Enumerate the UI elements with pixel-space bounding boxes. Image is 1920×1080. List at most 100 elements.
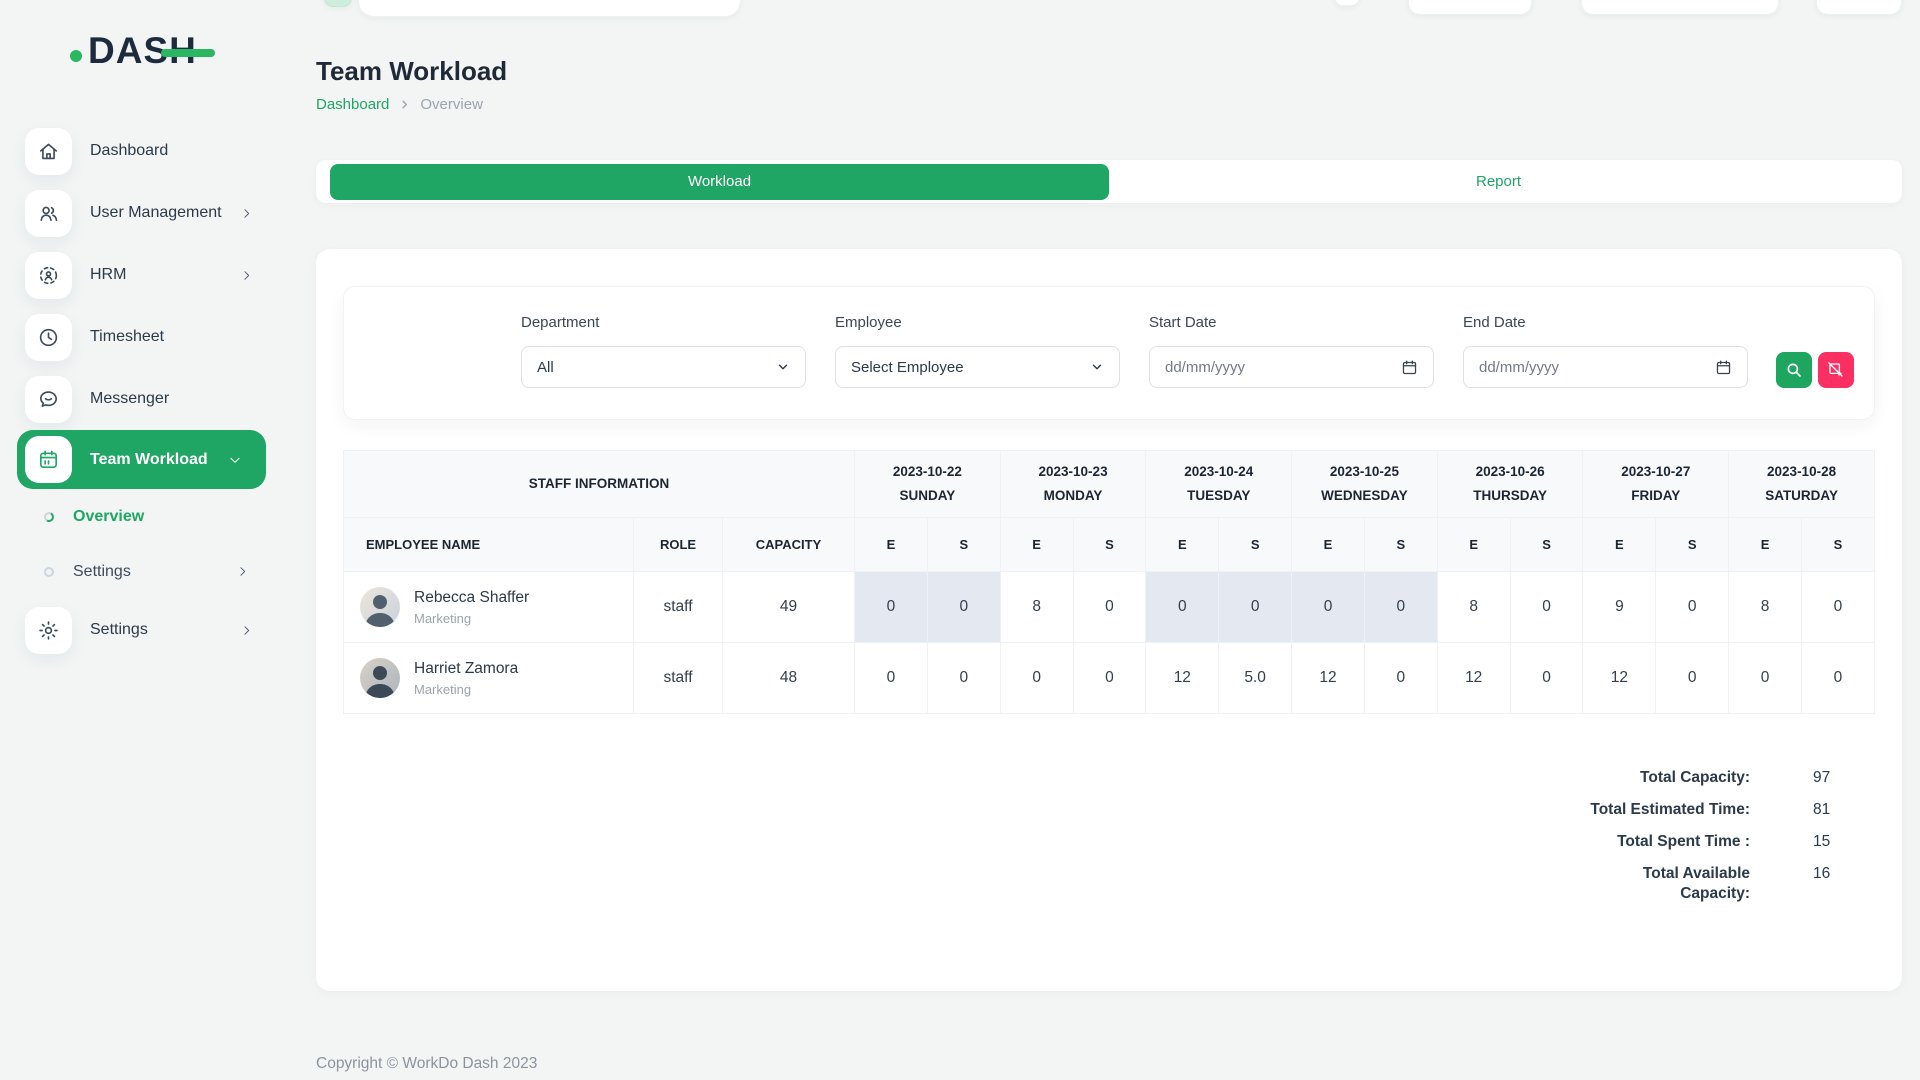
clock-icon — [25, 314, 72, 361]
breadcrumb-dashboard-link[interactable]: Dashboard — [316, 96, 389, 113]
estimated-cell: 12 — [1583, 643, 1656, 714]
calendar-icon[interactable] — [1401, 359, 1418, 376]
total-value: 16 — [1813, 864, 1875, 904]
total-row: Total Spent Time : 15 — [1617, 832, 1875, 852]
day-header: 2023-10-27FRIDAY — [1583, 451, 1729, 518]
employee-name[interactable]: Rebecca Shaffer — [414, 589, 529, 607]
sidebar-subitem-overview[interactable]: Overview — [0, 489, 287, 544]
employee-label: Employee — [835, 314, 1120, 331]
workload-table-wrap: STAFF INFORMATION 2023-10-22SUNDAY 2023-… — [343, 450, 1875, 714]
totals-summary: Total Capacity: 97 Total Estimated Time:… — [343, 768, 1875, 904]
end-date-input[interactable]: dd/mm/yyyy — [1463, 346, 1748, 388]
start-date-field: Start Date dd/mm/yyyy — [1149, 314, 1434, 388]
table-row: Rebecca Shaffer Marketing staff 490 08 0… — [344, 572, 1875, 643]
day-header: 2023-10-25WEDNESDAY — [1292, 451, 1438, 518]
estimated-cell: 8 — [1729, 572, 1802, 643]
sidebar-item-dashboard[interactable]: Dashboard — [0, 120, 287, 182]
col-estimated: E — [1583, 518, 1656, 572]
estimated-cell: 12 — [1437, 643, 1510, 714]
sidebar-subitem-label: Settings — [73, 563, 131, 581]
bullet-icon — [43, 510, 55, 522]
sidebar-item-hrm[interactable]: HRM — [0, 244, 287, 306]
sidebar-subitem-settings[interactable]: Settings — [0, 544, 287, 599]
estimated-cell: 0 — [855, 572, 928, 643]
sidebar-item-timesheet[interactable]: Timesheet — [0, 306, 287, 368]
col-estimated: E — [1437, 518, 1510, 572]
department-label: Department — [521, 314, 806, 331]
logo-dot-icon — [70, 50, 82, 62]
start-date-input[interactable]: dd/mm/yyyy — [1149, 346, 1434, 388]
employee-select[interactable]: Select Employee — [835, 346, 1120, 388]
search-icon — [1785, 361, 1803, 379]
home-icon — [25, 128, 72, 175]
reset-filter-button[interactable] — [1818, 352, 1854, 388]
sidebar-item-settings[interactable]: Settings — [0, 599, 287, 661]
department-field: Department All — [521, 314, 806, 388]
chevron-down-icon — [228, 453, 242, 467]
chevron-right-icon — [236, 565, 249, 578]
spent-cell: 0 — [1510, 643, 1583, 714]
end-date-placeholder: dd/mm/yyyy — [1479, 359, 1559, 376]
col-estimated: E — [1292, 518, 1365, 572]
app-logo[interactable]: DASH — [70, 30, 287, 72]
tab-report[interactable]: Report — [1109, 164, 1888, 200]
employee-select-value: Select Employee — [851, 359, 964, 376]
col-spent: S — [1364, 518, 1437, 572]
spent-cell: 0 — [1801, 572, 1874, 643]
role-cell: staff — [634, 643, 723, 714]
end-date-field: End Date dd/mm/yyyy — [1463, 314, 1748, 388]
estimated-cell: 12 — [1146, 643, 1219, 714]
chevron-down-icon — [1090, 360, 1104, 374]
spent-cell: 0 — [1801, 643, 1874, 714]
total-row: Total Capacity: 97 — [1640, 768, 1875, 788]
spent-cell: 0 — [1073, 643, 1146, 714]
chevron-right-icon — [240, 207, 253, 220]
day-header: 2023-10-28SATURDAY — [1729, 451, 1875, 518]
sidebar-item-messenger[interactable]: Messenger — [0, 368, 287, 430]
col-spent: S — [1219, 518, 1292, 572]
sidebar-item-label: User Management — [90, 204, 222, 222]
avatar[interactable] — [360, 587, 400, 627]
clear-filter-icon — [1827, 361, 1845, 379]
avatar[interactable] — [360, 658, 400, 698]
staff-information-header: STAFF INFORMATION — [344, 451, 855, 518]
filter-panel: Department All Employee Select Employee — [343, 286, 1875, 420]
bullet-icon — [44, 567, 54, 577]
estimated-cell: 0 — [1000, 643, 1073, 714]
estimated-cell: 8 — [1000, 572, 1073, 643]
spent-cell: 0 — [1219, 572, 1292, 643]
role-cell: staff — [634, 572, 723, 643]
employee-department: Marketing — [414, 682, 518, 697]
col-estimated: E — [1729, 518, 1802, 572]
estimated-cell: 0 — [855, 643, 928, 714]
spent-cell: 0 — [927, 643, 1000, 714]
total-label: Total Capacity: — [1640, 768, 1750, 788]
sidebar-item-label: Team Workload — [90, 451, 208, 469]
sidebar: DASH Dashboard User Management HRM Times… — [0, 0, 287, 1080]
search-button[interactable] — [1776, 352, 1812, 388]
calendar-icon — [25, 436, 72, 483]
workload-card: Department All Employee Select Employee — [316, 249, 1902, 991]
col-estimated: E — [855, 518, 928, 572]
estimated-cell: 0 — [1146, 572, 1219, 643]
sidebar-item-user-management[interactable]: User Management — [0, 182, 287, 244]
total-value: 15 — [1813, 832, 1875, 852]
col-capacity: CAPACITY — [723, 518, 855, 572]
chevron-down-icon — [776, 360, 790, 374]
page-title: Team Workload — [316, 56, 1902, 87]
col-employee-name: EMPLOYEE NAME — [344, 518, 634, 572]
sidebar-subitem-label: Overview — [73, 508, 144, 526]
sidebar-item-label: HRM — [90, 266, 126, 284]
start-date-placeholder: dd/mm/yyyy — [1165, 359, 1245, 376]
tab-workload[interactable]: Workload — [330, 164, 1109, 200]
department-select[interactable]: All — [521, 346, 806, 388]
employee-name[interactable]: Harriet Zamora — [414, 660, 518, 678]
workload-table: STAFF INFORMATION 2023-10-22SUNDAY 2023-… — [343, 450, 1875, 714]
start-date-label: Start Date — [1149, 314, 1434, 331]
total-label: Total Available Capacity: — [1615, 864, 1750, 904]
sidebar-item-team-workload[interactable]: Team Workload — [17, 430, 266, 489]
spent-cell: 0 — [1656, 572, 1729, 643]
gear-icon — [25, 607, 72, 654]
calendar-icon[interactable] — [1715, 359, 1732, 376]
sidebar-nav: Dashboard User Management HRM Timesheet … — [0, 120, 287, 661]
